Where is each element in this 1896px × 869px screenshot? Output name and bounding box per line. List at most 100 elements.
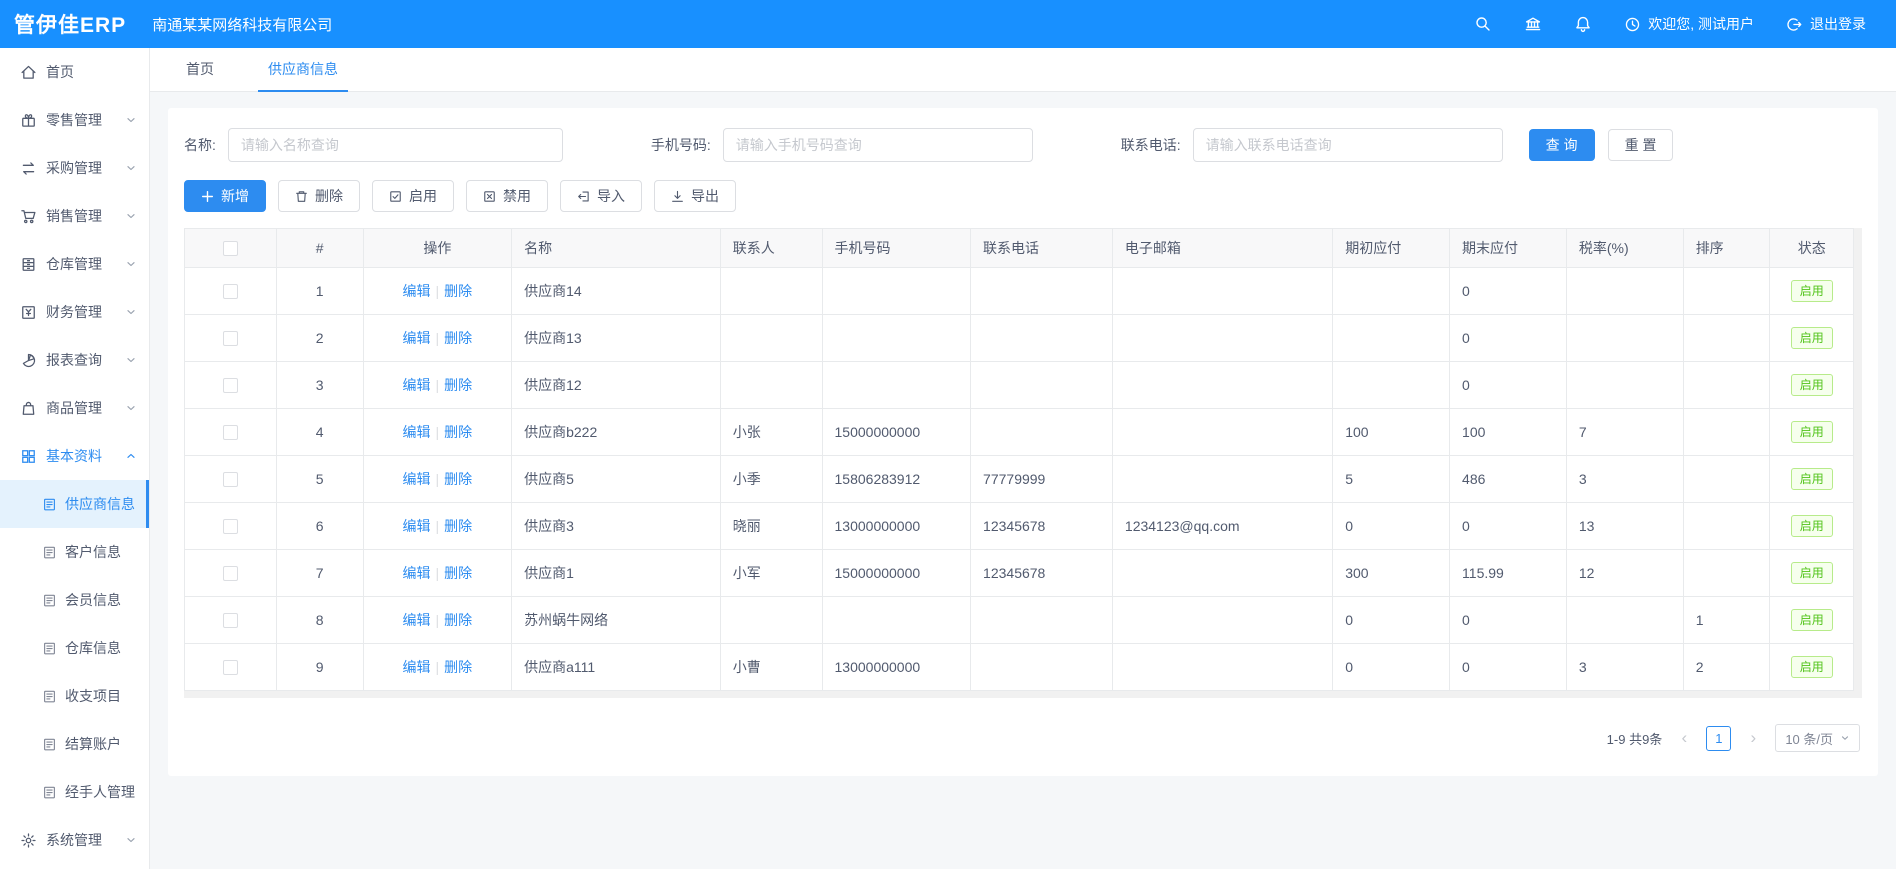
sidebar-item-basic-data[interactable]: 基本资料: [0, 432, 149, 480]
chevron-down-icon: [125, 258, 137, 270]
prev-page-button[interactable]: ‹: [1672, 726, 1696, 750]
toolbar: 新增 删除 启用 禁用: [184, 180, 1862, 212]
search-button[interactable]: 查 询: [1529, 129, 1595, 161]
sidebar-item-customer-info[interactable]: 客户信息: [0, 528, 149, 576]
sidebar-item-sales[interactable]: 销售管理: [0, 192, 149, 240]
row-checkbox[interactable]: [223, 660, 238, 675]
edit-link[interactable]: 编辑: [403, 659, 431, 675]
table-row: 6 编辑|删除 供应商3 晓丽 13000000000 12345678 123…: [185, 503, 1854, 550]
horizontal-scrollbar[interactable]: [184, 691, 1862, 698]
page-size-select[interactable]: 10 条/页: [1775, 724, 1860, 752]
phone-input[interactable]: [1193, 128, 1503, 162]
edit-link[interactable]: 编辑: [403, 377, 431, 393]
row-checkbox[interactable]: [223, 331, 238, 346]
name-input[interactable]: [228, 128, 563, 162]
chevron-up-icon: [125, 450, 137, 462]
add-button[interactable]: 新增: [184, 180, 266, 212]
row-checkbox[interactable]: [223, 472, 238, 487]
sidebar-item-reports[interactable]: 报表查询: [0, 336, 149, 384]
status-badge: 启用: [1791, 468, 1833, 490]
sidebar: 首页 零售管理 采购管理 销售管理 仓库管理 财务管理: [0, 48, 150, 869]
mobile-input[interactable]: [723, 128, 1033, 162]
edit-link[interactable]: 编辑: [403, 424, 431, 440]
status-badge: 启用: [1791, 515, 1833, 537]
vertical-scrollbar[interactable]: [1854, 228, 1862, 691]
bag-icon: [20, 400, 37, 417]
reset-button[interactable]: 重 置: [1608, 129, 1674, 161]
sidebar-item-home[interactable]: 首页: [0, 48, 149, 96]
edit-link[interactable]: 编辑: [403, 471, 431, 487]
col-closing-payable: 期末应付: [1450, 229, 1567, 268]
row-checkbox[interactable]: [223, 284, 238, 299]
tab-home[interactable]: 首页: [176, 59, 224, 92]
status-badge: 启用: [1791, 421, 1833, 443]
tab-supplier-info[interactable]: 供应商信息: [258, 59, 348, 92]
bell-icon[interactable]: [1574, 15, 1592, 33]
bank-icon[interactable]: [1524, 15, 1542, 33]
delete-link[interactable]: 删除: [444, 377, 472, 393]
delete-link[interactable]: 删除: [444, 283, 472, 299]
delete-button[interactable]: 删除: [278, 180, 360, 212]
edit-link[interactable]: 编辑: [403, 565, 431, 581]
status-badge: 启用: [1791, 327, 1833, 349]
delete-link[interactable]: 删除: [444, 330, 472, 346]
edit-link[interactable]: 编辑: [403, 612, 431, 628]
export-button[interactable]: 导出: [654, 180, 736, 212]
finance-icon: [20, 304, 37, 321]
clock-icon: [1624, 16, 1641, 33]
delete-link[interactable]: 删除: [444, 518, 472, 534]
logout-button[interactable]: 退出登录: [1786, 14, 1866, 34]
app-logo: 管伊佳ERP: [0, 9, 126, 39]
row-checkbox[interactable]: [223, 425, 238, 440]
sidebar-item-retail[interactable]: 零售管理: [0, 96, 149, 144]
pagination-total: 1-9 共9条: [1607, 729, 1663, 748]
edit-link[interactable]: 编辑: [403, 518, 431, 534]
status-badge: 启用: [1791, 656, 1833, 678]
delete-link[interactable]: 删除: [444, 612, 472, 628]
name-label: 名称:: [184, 135, 216, 155]
sidebar-item-settlement-account[interactable]: 结算账户: [0, 720, 149, 768]
page-number[interactable]: 1: [1706, 726, 1731, 751]
table-row: 4 编辑|删除 供应商b222 小张 15000000000 100 100 7: [185, 409, 1854, 456]
check-square-icon: [389, 190, 402, 203]
page-size-value: 10 条/页: [1785, 729, 1833, 748]
delete-link[interactable]: 删除: [444, 659, 472, 675]
welcome-user[interactable]: 欢迎您, 测试用户: [1624, 14, 1754, 34]
import-button[interactable]: 导入: [560, 180, 642, 212]
delete-link[interactable]: 删除: [444, 424, 472, 440]
select-all-checkbox[interactable]: [223, 241, 238, 256]
sidebar-item-purchase[interactable]: 采购管理: [0, 144, 149, 192]
col-name: 名称: [512, 229, 721, 268]
sidebar-item-finance[interactable]: 财务管理: [0, 288, 149, 336]
sidebar-item-handler-management[interactable]: 经手人管理: [0, 768, 149, 816]
chevron-down-icon: [125, 114, 137, 126]
table-row: 5 编辑|删除 供应商5 小季 15806283912 77779999 5 4…: [185, 456, 1854, 503]
sidebar-item-member-info[interactable]: 会员信息: [0, 576, 149, 624]
plus-icon: [201, 190, 214, 203]
col-mobile: 手机号码: [822, 229, 971, 268]
mobile-label: 手机号码:: [651, 135, 711, 155]
enable-button[interactable]: 启用: [372, 180, 454, 212]
sidebar-item-warehouse[interactable]: 仓库管理: [0, 240, 149, 288]
row-checkbox[interactable]: [223, 519, 238, 534]
x-square-icon: [483, 190, 496, 203]
row-checkbox[interactable]: [223, 378, 238, 393]
delete-link[interactable]: 删除: [444, 565, 472, 581]
topbar-actions: 欢迎您, 测试用户 退出登录: [1474, 14, 1896, 34]
edit-link[interactable]: 编辑: [403, 330, 431, 346]
next-page-button[interactable]: ›: [1741, 726, 1765, 750]
doc-icon: [42, 545, 57, 560]
logout-icon: [1786, 16, 1803, 33]
edit-link[interactable]: 编辑: [403, 283, 431, 299]
sidebar-item-income-expense[interactable]: 收支项目: [0, 672, 149, 720]
delete-link[interactable]: 删除: [444, 471, 472, 487]
sidebar-item-system[interactable]: 系统管理: [0, 816, 149, 864]
row-checkbox[interactable]: [223, 566, 238, 581]
sidebar-item-warehouse-info[interactable]: 仓库信息: [0, 624, 149, 672]
sidebar-item-supplier-info[interactable]: 供应商信息: [0, 480, 149, 528]
search-icon[interactable]: [1474, 15, 1492, 33]
filter-mobile-group: 手机号码:: [651, 128, 1033, 162]
row-checkbox[interactable]: [223, 613, 238, 628]
sidebar-item-goods[interactable]: 商品管理: [0, 384, 149, 432]
disable-button[interactable]: 禁用: [466, 180, 548, 212]
